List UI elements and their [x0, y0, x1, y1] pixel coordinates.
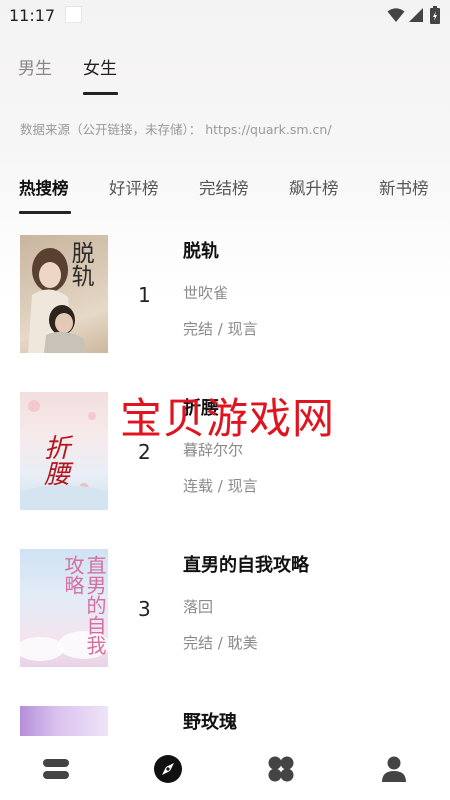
tab-new-books[interactable]: 新书榜 [379, 175, 429, 199]
tab-male[interactable]: 男生 [18, 54, 52, 79]
tab-rising[interactable]: 飙升榜 [289, 175, 339, 199]
bottom-nav [0, 736, 450, 800]
source-note: 数据来源（公开链接，未存储）： https://quark.sm.cn/ [20, 122, 332, 137]
book-cover: 直男的自我攻略 [20, 549, 108, 667]
tab-hot-search[interactable]: 热搜榜 [19, 175, 69, 199]
notification-icon [65, 6, 82, 23]
rank-tab-indicator [19, 211, 71, 214]
book-meta: 连载 / 现言 [183, 477, 258, 495]
tab-top-rated[interactable]: 好评榜 [109, 175, 159, 199]
app-screen: 11:17 男生 女生 数据来源（公开链接，未存储）： https://quar… [0, 0, 450, 800]
book-title: 脱轨 [183, 241, 219, 262]
rank-number: 1 [138, 283, 151, 307]
user-icon[interactable] [379, 754, 409, 784]
status-bar: 11:17 [0, 0, 450, 32]
tab-completed[interactable]: 完结榜 [199, 175, 249, 199]
book-list: 脱轨 1 脱轨 世吹雀 完结 / 现言 折腰 2 折腰 暮辞尔尔 连载 / 现言 [0, 222, 450, 736]
battery-icon [430, 6, 440, 24]
book-title: 野玫瑰 [183, 712, 237, 733]
watermark-text: 宝贝游戏网 [120, 394, 336, 443]
cover-title: 折腰 [39, 434, 70, 486]
cover-illustration [28, 248, 86, 353]
bookshelf-icon[interactable] [41, 754, 71, 784]
book-meta: 完结 / 现言 [183, 320, 258, 338]
grid-icon[interactable] [266, 754, 296, 784]
book-item[interactable]: 直男的自我攻略 3 直男的自我攻略 落回 完结 / 耽美 [0, 536, 450, 676]
book-cover [20, 706, 108, 736]
cover-title: 直男的自我攻略 [61, 555, 107, 655]
book-meta: 完结 / 耽美 [183, 634, 258, 652]
book-cover: 脱轨 [20, 235, 108, 353]
book-author: 落回 [183, 598, 214, 616]
compass-icon[interactable] [153, 754, 183, 784]
book-item[interactable]: 脱轨 1 脱轨 世吹雀 完结 / 现言 [0, 222, 450, 362]
status-time: 11:17 [9, 6, 56, 25]
book-item[interactable]: 野玫瑰 [0, 693, 450, 736]
gender-tab-indicator [83, 92, 118, 95]
book-author: 世吹雀 [183, 284, 229, 302]
rank-number: 3 [138, 597, 151, 621]
tab-female[interactable]: 女生 [83, 54, 117, 79]
signal-icon [409, 8, 423, 22]
book-title: 直男的自我攻略 [183, 555, 309, 576]
cover-title: 脱轨 [67, 241, 94, 287]
book-cover: 折腰 [20, 392, 108, 510]
wifi-icon [387, 8, 405, 22]
